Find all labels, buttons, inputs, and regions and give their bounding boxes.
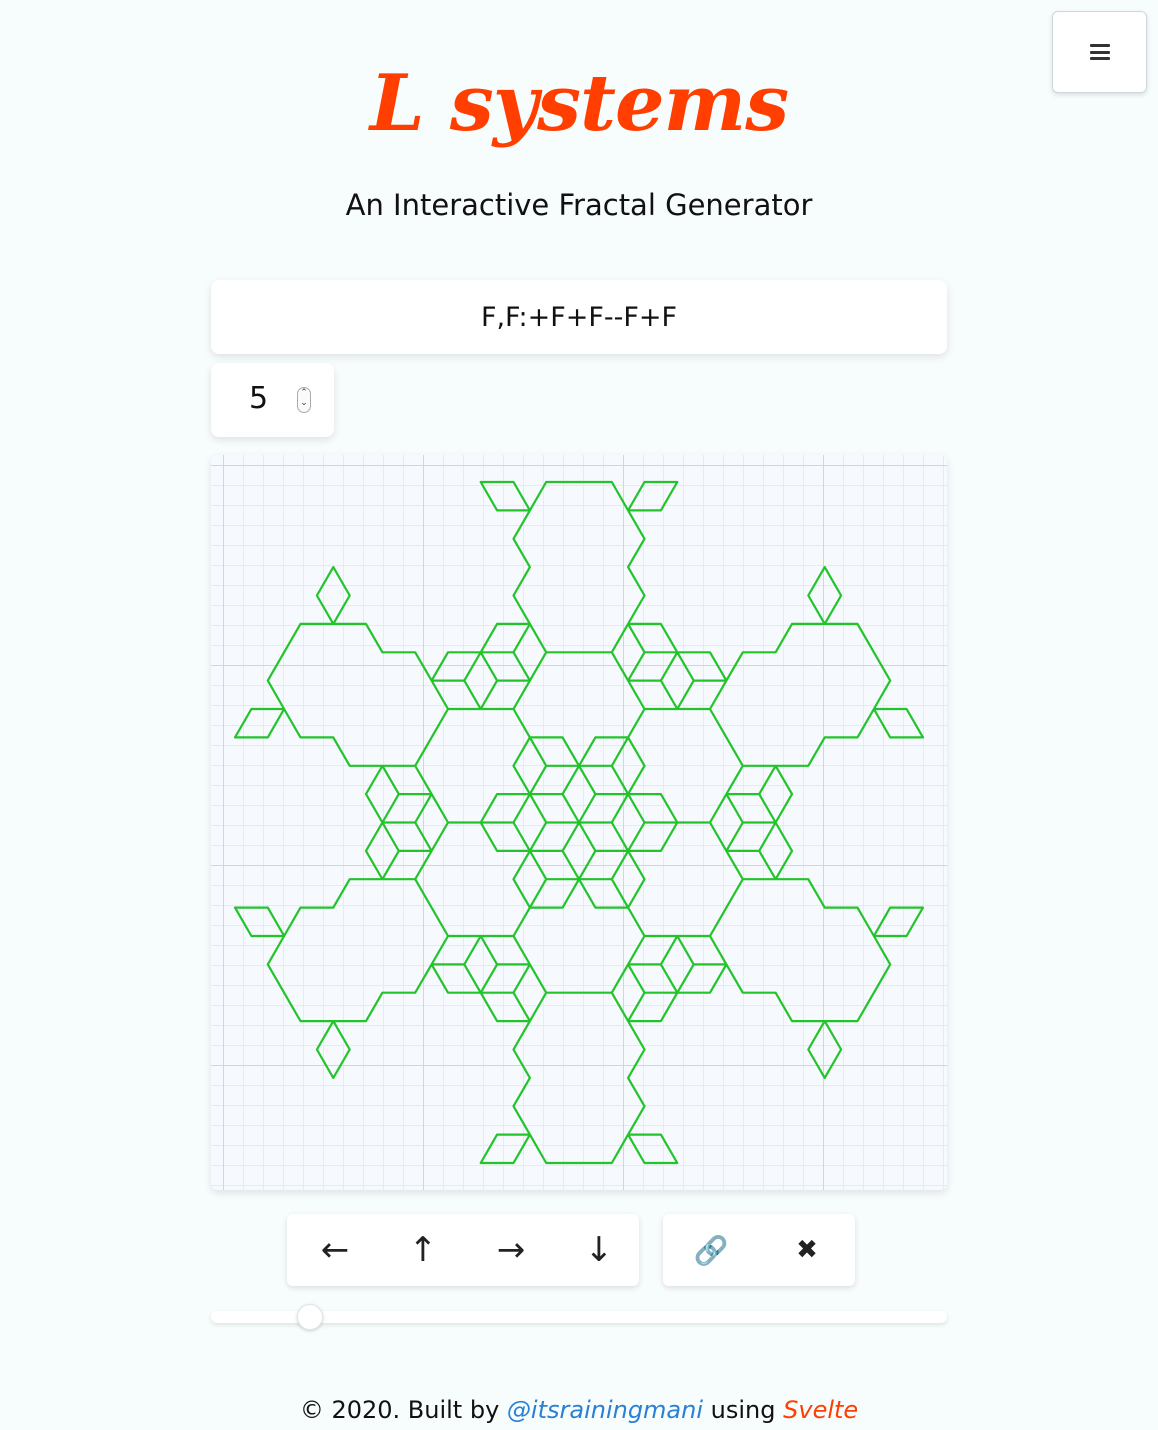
app-title: L systems bbox=[369, 58, 789, 149]
footer: © 2020. Built by @itsrainingmani using S… bbox=[0, 1396, 1158, 1424]
iterations-spinner[interactable]: ⌃ ⌄ bbox=[297, 387, 311, 413]
pan-down-button[interactable]: ↓ bbox=[555, 1214, 643, 1286]
slider-thumb[interactable] bbox=[297, 1304, 324, 1330]
spinner-up-icon[interactable]: ⌃ bbox=[298, 388, 310, 398]
pan-left-button[interactable]: ← bbox=[291, 1214, 379, 1286]
pan-right-button[interactable]: → bbox=[467, 1214, 555, 1286]
pan-up-button[interactable]: ↑ bbox=[379, 1214, 467, 1286]
svelte-link[interactable]: Svelte bbox=[783, 1396, 858, 1424]
scale-slider[interactable] bbox=[211, 1304, 947, 1330]
iterations-field[interactable]: 5 ⌃ ⌄ bbox=[211, 363, 334, 437]
spinner-down-icon[interactable]: ⌄ bbox=[298, 398, 310, 408]
rule-input[interactable] bbox=[211, 280, 947, 354]
pan-controls: ← ↑ → ↓ bbox=[287, 1214, 639, 1286]
footer-copyright: © 2020. Built by bbox=[299, 1396, 500, 1424]
link-icon[interactable]: 🔗 bbox=[667, 1214, 755, 1286]
footer-using: using bbox=[710, 1396, 776, 1424]
action-controls: 🔗 ✖ bbox=[663, 1214, 855, 1286]
iterations-value: 5 bbox=[249, 381, 269, 416]
clear-icon[interactable]: ✖ bbox=[763, 1214, 851, 1286]
fractal-drawing bbox=[233, 480, 925, 1165]
fractal-canvas[interactable] bbox=[211, 455, 947, 1190]
fractal-path bbox=[233, 480, 925, 1165]
author-link[interactable]: @itsrainingmani bbox=[507, 1396, 703, 1424]
app-subtitle: An Interactive Fractal Generator bbox=[345, 188, 813, 222]
